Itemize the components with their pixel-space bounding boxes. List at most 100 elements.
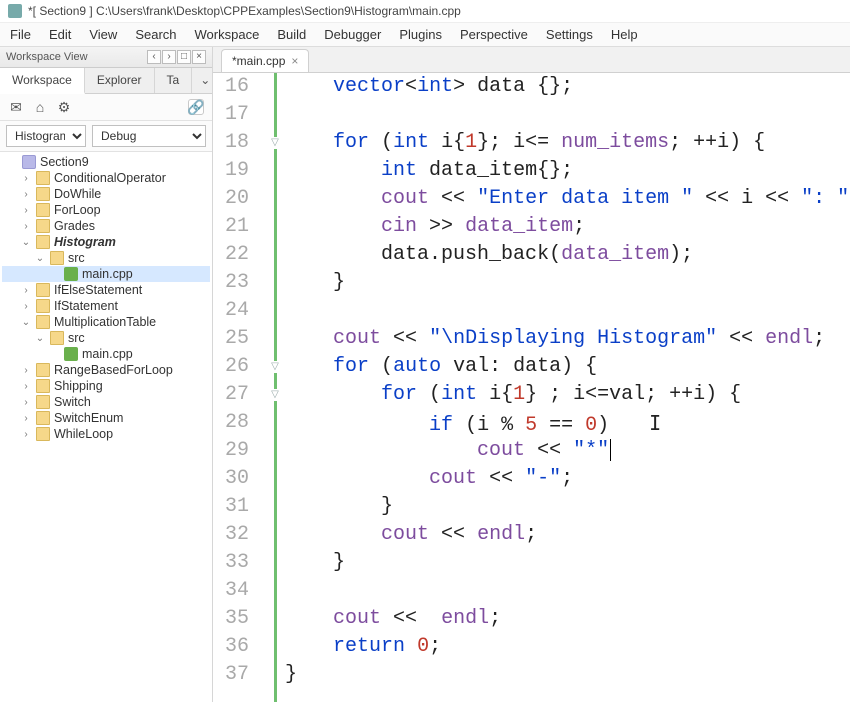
menu-help[interactable]: Help — [611, 27, 638, 42]
code-line[interactable]: for (int i{1}; i<= num_items; ++i) { — [285, 129, 850, 157]
tree-twisty[interactable]: › — [20, 205, 32, 216]
code-line[interactable]: int data_item{}; — [285, 157, 850, 185]
build-config-select[interactable]: Debug — [92, 125, 206, 147]
code-line[interactable]: cout << "-"; — [285, 465, 850, 493]
tree-twisty[interactable]: ⌄ — [34, 253, 46, 264]
tree-item-forloop[interactable]: ›ForLoop — [2, 202, 210, 218]
panel-ctrl-0[interactable]: ‹ — [147, 50, 161, 64]
tree-item-switchenum[interactable]: ›SwitchEnum — [2, 410, 210, 426]
tree-twisty[interactable]: ⌄ — [20, 237, 32, 248]
tree-item-shipping[interactable]: ›Shipping — [2, 378, 210, 394]
fold-marker[interactable]: ▽ — [269, 137, 281, 149]
tree-item-ifstatement[interactable]: ›IfStatement — [2, 298, 210, 314]
code-line[interactable]: } — [285, 661, 850, 689]
menu-build[interactable]: Build — [277, 27, 306, 42]
menu-workspace[interactable]: Workspace — [195, 27, 260, 42]
tree-twisty[interactable]: › — [20, 189, 32, 200]
panel-ctrl-2[interactable]: □ — [177, 50, 191, 64]
menu-edit[interactable]: Edit — [49, 27, 71, 42]
tree-twisty[interactable]: › — [20, 429, 32, 440]
menu-file[interactable]: File — [10, 27, 31, 42]
tree-twisty[interactable]: › — [20, 365, 32, 376]
tree-twisty[interactable]: › — [20, 413, 32, 424]
tree-twisty[interactable]: › — [20, 285, 32, 296]
code-line[interactable]: if (i % 5 == 0)I — [285, 409, 850, 437]
link-icon[interactable]: 🔗 — [188, 99, 204, 115]
tree-item-conditionaloperator[interactable]: ›ConditionalOperator — [2, 170, 210, 186]
project-select[interactable]: Histogram — [6, 125, 86, 147]
tree-item-src[interactable]: ⌄src — [2, 250, 210, 266]
tree-twisty[interactable]: › — [20, 221, 32, 232]
code-area[interactable]: vector<int> data {}; for (int i{1}; i<= … — [285, 73, 850, 702]
panel-ctrl-1[interactable]: › — [162, 50, 176, 64]
home-icon[interactable]: ⌂ — [32, 99, 48, 115]
fold-marker[interactable]: ▽ — [269, 389, 281, 401]
code-line[interactable]: for (auto val: data) { — [285, 353, 850, 381]
code-line[interactable] — [285, 101, 850, 129]
editor-tab-main-cpp[interactable]: *main.cpp × — [221, 49, 309, 72]
panel-ctrl-3[interactable]: × — [192, 50, 206, 64]
editor-body[interactable]: 1617181920212223242526272829303132333435… — [213, 73, 850, 702]
tree-twisty[interactable]: ⌄ — [20, 317, 32, 328]
line-number: 30 — [225, 465, 249, 493]
tree-item-section9[interactable]: Section9 — [2, 154, 210, 170]
gear-icon[interactable]: ⚙ — [56, 99, 72, 115]
tree-twisty[interactable]: ⌄ — [34, 333, 46, 344]
code-line[interactable]: for (int i{1} ; i<=val; ++i) { — [285, 381, 850, 409]
line-number: 25 — [225, 325, 249, 353]
menu-view[interactable]: View — [89, 27, 117, 42]
code-line[interactable]: cout << "\nDisplaying Histogram" << endl… — [285, 325, 850, 353]
tree-item-main-cpp[interactable]: main.cpp — [2, 346, 210, 362]
project-tree[interactable]: Section9›ConditionalOperator›DoWhile›For… — [0, 152, 212, 702]
menu-debugger[interactable]: Debugger — [324, 27, 381, 42]
folder-icon — [36, 299, 50, 313]
tree-item-src[interactable]: ⌄src — [2, 330, 210, 346]
menu-search[interactable]: Search — [135, 27, 176, 42]
menu-perspective[interactable]: Perspective — [460, 27, 528, 42]
tree-item-label: Switch — [54, 395, 91, 409]
workspace-tab-explorer[interactable]: Explorer — [85, 68, 155, 93]
tree-item-histogram[interactable]: ⌄Histogram — [2, 234, 210, 250]
tree-item-grades[interactable]: ›Grades — [2, 218, 210, 234]
code-line[interactable]: } — [285, 493, 850, 521]
tree-item-switch[interactable]: › Switch — [2, 394, 210, 410]
code-line[interactable] — [285, 297, 850, 325]
workspace-config-selects: Histogram Debug — [0, 121, 212, 152]
folder-icon — [36, 315, 50, 329]
workspace-tab-ta[interactable]: Ta — [155, 68, 193, 93]
tree-item-rangebasedforloop[interactable]: ›RangeBasedForLoop — [2, 362, 210, 378]
menu-settings[interactable]: Settings — [546, 27, 593, 42]
tree-item-whileloop[interactable]: › WhileLoop — [2, 426, 210, 442]
line-number: 23 — [225, 269, 249, 297]
folder-icon — [36, 379, 50, 393]
code-line[interactable]: } — [285, 269, 850, 297]
code-line[interactable]: cin >> data_item; — [285, 213, 850, 241]
code-line[interactable]: return 0; — [285, 633, 850, 661]
code-line[interactable]: data.push_back(data_item); — [285, 241, 850, 269]
tree-item-ifelsestatement[interactable]: ›IfElseStatement — [2, 282, 210, 298]
code-line[interactable]: cout << "*" — [285, 437, 850, 465]
code-line[interactable]: cout << endl; — [285, 605, 850, 633]
tree-item-label: Section9 — [40, 155, 89, 169]
code-line[interactable]: } — [285, 549, 850, 577]
mouse-ibeam: I — [649, 409, 661, 437]
send-icon[interactable]: ✉ — [8, 99, 24, 115]
tree-item-label: WhileLoop — [54, 427, 113, 441]
tree-item-dowhile[interactable]: ›DoWhile — [2, 186, 210, 202]
line-number: 28 — [225, 409, 249, 437]
tree-twisty[interactable]: › — [20, 301, 32, 312]
workspace-toolbar: ✉ ⌂ ⚙ 🔗 — [0, 94, 212, 121]
tree-twisty[interactable]: › — [20, 397, 32, 408]
code-line[interactable]: cout << endl; — [285, 521, 850, 549]
tree-item-main-cpp[interactable]: main.cpp — [2, 266, 210, 282]
tree-twisty[interactable]: › — [20, 173, 32, 184]
code-line[interactable]: vector<int> data {}; — [285, 73, 850, 101]
tree-item-multiplicationtable[interactable]: ⌄MultiplicationTable — [2, 314, 210, 330]
menu-plugins[interactable]: Plugins — [399, 27, 442, 42]
code-line[interactable] — [285, 577, 850, 605]
tree-twisty[interactable]: › — [20, 381, 32, 392]
fold-marker[interactable]: ▽ — [269, 361, 281, 373]
workspace-tab-workspace[interactable]: Workspace — [0, 68, 85, 94]
code-line[interactable]: cout << "Enter data item " << i << ": "; — [285, 185, 850, 213]
close-icon[interactable]: × — [291, 54, 298, 68]
